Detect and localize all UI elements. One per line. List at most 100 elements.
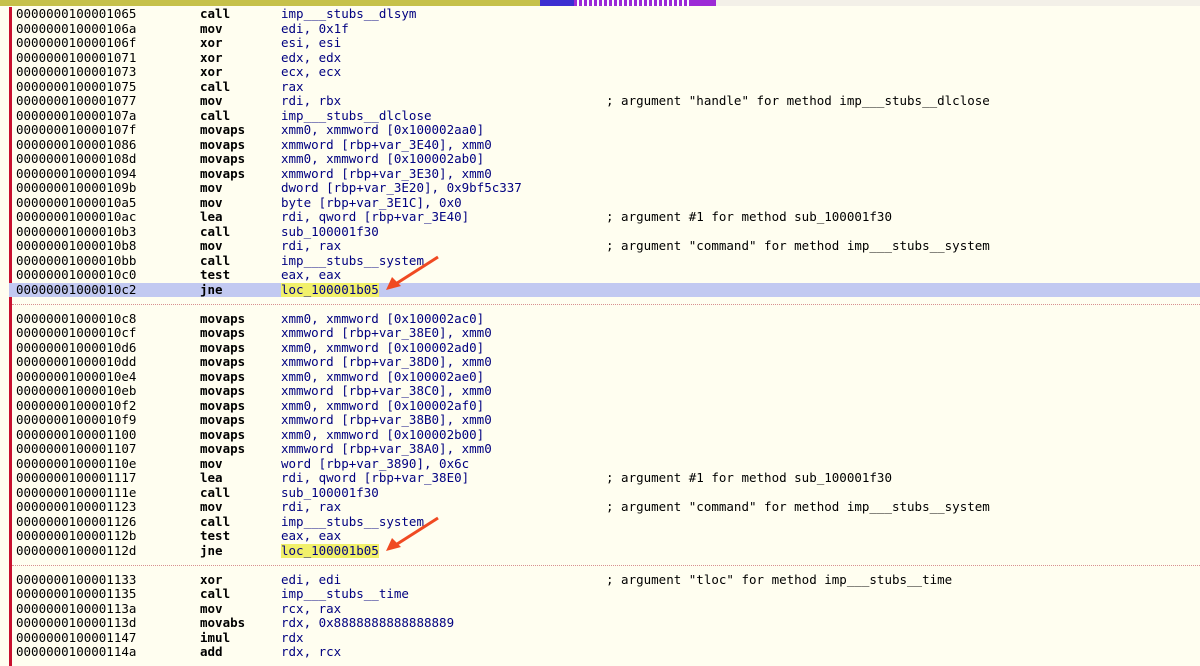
instruction-operands[interactable]: xmm0, xmmword [0x100002b00] [281,427,484,443]
instruction-mnemonic[interactable]: mov [200,601,223,617]
instruction-row[interactable]: 0000000100001075 call rax [0,79,1200,95]
instruction-address[interactable]: 00000001000010f9 [16,412,136,428]
instruction-mnemonic[interactable]: mov [200,180,223,196]
instruction-row[interactable]: 000000010000110e mov word [rbp+var_3890], … [0,456,1200,472]
instruction-row[interactable]: 000000010000106a mov edi, 0x1f [0,21,1200,37]
instruction-mnemonic[interactable]: xor [200,35,223,51]
instruction-address[interactable]: 000000010000112b [16,528,136,544]
instruction-row[interactable]: 00000001000010f2 movaps xmm0, xmmword [0x1… [0,398,1200,414]
instruction-address[interactable]: 0000000100001123 [16,499,136,515]
instruction-address[interactable]: 00000001000010c0 [16,267,136,283]
instruction-operands[interactable]: ecx, ecx [281,64,341,80]
instruction-mnemonic[interactable]: lea [200,209,223,225]
instruction-mnemonic[interactable]: mov [200,499,223,515]
instruction-operands[interactable]: rdi, rax [281,238,341,254]
instruction-address[interactable]: 0000000100001077 [16,93,136,109]
instruction-mnemonic[interactable]: movaps [200,398,245,414]
instruction-address[interactable]: 00000001000010a5 [16,195,136,211]
instruction-address[interactable]: 0000000100001147 [16,630,136,646]
instruction-row[interactable]: 0000000100001094 movaps xmmword [rbp+var_3… [0,166,1200,182]
instruction-address[interactable]: 0000000100001126 [16,514,136,530]
instruction-operands[interactable]: xmm0, xmmword [0x100002aa0] [281,122,484,138]
instruction-row[interactable]: 00000001000010f9 movaps xmmword [rbp+var_3… [0,412,1200,428]
instruction-operands[interactable]: xmmword [rbp+var_3E30], xmm0 [281,166,492,182]
instruction-operands[interactable]: rdi, rax [281,499,341,515]
instruction-operands[interactable]: xmmword [rbp+var_38D0], xmm0 [281,354,492,370]
jump-target-operand[interactable]: loc_100001b05 [281,543,379,558]
instruction-row[interactable]: 00000001000010c8 movaps xmm0, xmmword [0x1… [0,311,1200,327]
instruction-mnemonic[interactable]: jne [200,543,223,559]
instruction-operands[interactable]: xmmword [rbp+var_38B0], xmm0 [281,412,492,428]
instruction-operands[interactable]: rdi, qword [rbp+var_3E40] [281,209,469,225]
instruction-address[interactable]: 000000010000114a [16,644,136,660]
instruction-operands[interactable]: xmm0, xmmword [0x100002ae0] [281,369,484,385]
instruction-mnemonic[interactable]: call [200,108,230,124]
instruction-address[interactable]: 00000001000010e4 [16,369,136,385]
instruction-mnemonic[interactable]: movaps [200,122,245,138]
instruction-address[interactable]: 00000001000010eb [16,383,136,399]
instruction-operands[interactable]: sub_100001f30 [281,224,379,240]
instruction-mnemonic[interactable]: call [200,79,230,95]
instruction-address[interactable]: 00000001000010b3 [16,224,136,240]
instruction-row[interactable]: 00000001000010d6 movaps xmm0, xmmword [0x1… [0,340,1200,356]
instruction-row[interactable]: 000000010000112d jne loc_100001b05 [0,516,1200,559]
instruction-operands[interactable]: rdx [281,630,304,646]
instruction-address[interactable]: 00000001000010cf [16,325,136,341]
instruction-operands[interactable]: edi, 0x1f [281,21,349,37]
instruction-mnemonic[interactable]: lea [200,470,223,486]
instruction-row[interactable]: 000000010000111e call sub_100001f30 [0,485,1200,501]
instruction-row[interactable]: 00000001000010b8 mov rdi, rax ; argument "c… [0,238,1200,254]
instruction-address[interactable]: 00000001000010c2 [16,282,136,298]
instruction-operands[interactable]: imp___stubs__system [281,253,424,269]
instruction-mnemonic[interactable]: movabs [200,615,245,631]
instruction-address[interactable]: 000000010000113a [16,601,136,617]
instruction-operands[interactable]: xmm0, xmmword [0x100002ab0] [281,151,484,167]
instruction-operands[interactable]: esi, esi [281,35,341,51]
instruction-mnemonic[interactable]: call [200,224,230,240]
instruction-address[interactable]: 0000000100001086 [16,137,136,153]
instruction-operands[interactable]: rdx, rcx [281,644,341,660]
instruction-operands[interactable]: word [rbp+var_3890], 0x6c [281,456,469,472]
instruction-operands[interactable]: rcx, rax [281,601,341,617]
instruction-operands[interactable]: imp___stubs__dlsym [281,7,416,22]
instruction-operands[interactable]: xmm0, xmmword [0x100002af0] [281,398,484,414]
instruction-mnemonic[interactable]: movaps [200,166,245,182]
instruction-row[interactable]: 0000000100001073 xor ecx, ecx [0,64,1200,80]
instruction-row[interactable]: 00000001000010b3 call sub_100001f30 [0,224,1200,240]
instruction-row[interactable]: 000000010000113a mov rcx, rax [0,601,1200,617]
instruction-address[interactable]: 000000010000111e [16,485,136,501]
instruction-address[interactable]: 000000010000107a [16,108,136,124]
instruction-operands[interactable]: xmmword [rbp+var_38C0], xmm0 [281,383,492,399]
instruction-mnemonic[interactable]: test [200,528,230,544]
instruction-mnemonic[interactable]: jne [200,282,223,298]
instruction-mnemonic[interactable]: movaps [200,311,245,327]
instruction-operands[interactable]: imp___stubs__system [281,514,424,530]
instruction-mnemonic[interactable]: movaps [200,354,245,370]
instruction-address[interactable]: 0000000100001065 [16,7,136,22]
instruction-mnemonic[interactable]: call [200,586,230,602]
instruction-mnemonic[interactable]: movaps [200,441,245,457]
instruction-operands[interactable]: xmm0, xmmword [0x100002ad0] [281,340,484,356]
instruction-mnemonic[interactable]: xor [200,50,223,66]
instruction-row[interactable]: 000000010000114a add rdx, rcx [0,644,1200,660]
instruction-row[interactable]: 0000000100001123 mov rdi, rax ; argument "c… [0,499,1200,515]
instruction-address[interactable]: 00000001000010f2 [16,398,136,414]
instruction-row[interactable]: 00000001000010cf movaps xmmword [rbp+var_3… [0,325,1200,341]
instruction-address[interactable]: 0000000100001133 [16,572,136,588]
instruction-address[interactable]: 000000010000110e [16,456,136,472]
instruction-operands[interactable]: rdx, 0x8888888888888889 [281,615,454,631]
instruction-row[interactable]: 000000010000107f movaps xmm0, xmmword [0x1… [0,122,1200,138]
instruction-address[interactable]: 000000010000107f [16,122,136,138]
instruction-row[interactable]: 00000001000010e4 movaps xmm0, xmmword [0x1… [0,369,1200,385]
instruction-operands[interactable]: rax [281,79,304,95]
instruction-address[interactable]: 0000000100001117 [16,470,136,486]
navigation-bar[interactable] [0,0,1200,6]
instruction-address[interactable]: 000000010000109b [16,180,136,196]
instruction-mnemonic[interactable]: movaps [200,383,245,399]
instruction-address[interactable]: 00000001000010bb [16,253,136,269]
instruction-address[interactable]: 0000000100001100 [16,427,136,443]
instruction-row[interactable]: 000000010000107a call imp___stubs__dlclose [0,108,1200,124]
instruction-row[interactable]: 00000001000010bb call imp___stubs__system [0,253,1200,269]
instruction-row[interactable]: 00000001000010c0 test eax, eax [0,267,1200,283]
instruction-address[interactable]: 0000000100001075 [16,79,136,95]
